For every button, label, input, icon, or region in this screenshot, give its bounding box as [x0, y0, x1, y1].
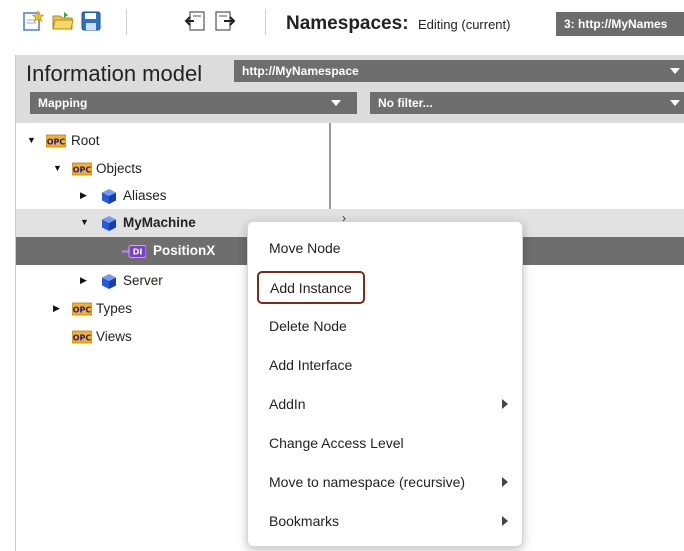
- filter-dropdown[interactable]: No filter...: [370, 92, 684, 114]
- opc-badge-text: OPC: [73, 334, 92, 343]
- menu-item-delete-node[interactable]: Delete Node: [248, 306, 524, 344]
- variable-di-icon: DI: [122, 245, 147, 261]
- namespace-dropdown-value: http://MyNamespace: [242, 64, 359, 78]
- opc-badge-text: OPC: [47, 138, 66, 147]
- submenu-arrow-icon: [502, 477, 508, 487]
- menu-item-move-to-namespace[interactable]: Move to namespace (recursive): [248, 462, 524, 500]
- menu-item-move-node[interactable]: Move Node: [248, 228, 524, 266]
- submenu-arrow-icon: [502, 399, 508, 409]
- tree-node-label: Objects: [96, 161, 142, 176]
- chevron-down-icon: [670, 100, 680, 106]
- context-menu: Move Node Add Instance Delete Node Add I…: [247, 221, 523, 547]
- toolbar-separator: [126, 9, 127, 35]
- expanded-arrow-icon[interactable]: ▼: [53, 163, 62, 173]
- save-icon[interactable]: [80, 10, 102, 32]
- tree-node-aliases[interactable]: ▶ Aliases: [16, 182, 684, 210]
- tree-node-label: Root: [71, 133, 100, 148]
- object-cube-icon: [102, 189, 116, 207]
- open-folder-icon[interactable]: [52, 10, 74, 32]
- opc-folder-icon: OPC: [72, 330, 92, 344]
- filter-dropdown-value: No filter...: [378, 96, 433, 110]
- panel-header: Information model http://MyNamespace Map…: [16, 55, 684, 123]
- mapping-dropdown-value: Mapping: [38, 96, 88, 110]
- tree-node-label: Server: [123, 273, 163, 288]
- menu-item-add-instance[interactable]: Add Instance: [248, 267, 524, 305]
- namespace-select[interactable]: 3: http://MyNames: [556, 12, 684, 36]
- tree-node-objects[interactable]: ▼ OPC Objects: [16, 155, 684, 183]
- menu-item-label: Change Access Level: [269, 435, 404, 451]
- menu-item-change-access-level[interactable]: Change Access Level: [248, 423, 524, 461]
- menu-item-label: Move to namespace (recursive): [269, 474, 466, 490]
- object-cube-icon: [102, 216, 116, 234]
- menu-item-label: Add Instance: [257, 271, 365, 304]
- collapsed-arrow-icon[interactable]: ▶: [80, 190, 87, 201]
- opc-folder-icon: OPC: [72, 162, 92, 176]
- opc-folder-icon: OPC: [46, 134, 66, 148]
- new-file-icon[interactable]: [22, 10, 45, 32]
- chevron-down-icon: [331, 100, 341, 106]
- menu-item-label: AddIn: [269, 396, 306, 412]
- tree-node-root[interactable]: ▼ OPC Root: [16, 127, 684, 155]
- submenu-arrow-icon: [502, 516, 508, 526]
- menu-item-label: Bookmarks: [269, 513, 340, 529]
- menu-item-label: Add Interface: [269, 357, 353, 373]
- editing-label: Editing (current): [418, 17, 511, 32]
- menu-item-bookmarks[interactable]: Bookmarks: [248, 501, 524, 539]
- export-icon[interactable]: [214, 10, 236, 32]
- collapsed-arrow-icon[interactable]: ▶: [53, 303, 60, 314]
- namespaces-label: Namespaces:: [286, 13, 409, 34]
- toolbar-separator: [265, 9, 266, 35]
- opc-badge-text: OPC: [73, 166, 92, 175]
- expanded-arrow-icon[interactable]: ▼: [80, 217, 89, 227]
- collapsed-arrow-icon[interactable]: ▶: [80, 275, 87, 286]
- opc-folder-icon: OPC: [72, 302, 92, 316]
- expanded-arrow-icon[interactable]: ▼: [27, 135, 36, 145]
- tree-node-label: MyMachine: [123, 215, 196, 230]
- di-badge-text: DI: [133, 248, 143, 257]
- tree-node-label: Aliases: [123, 188, 167, 203]
- mapping-dropdown[interactable]: Mapping: [30, 92, 357, 114]
- menu-item-add-interface[interactable]: Add Interface: [248, 345, 524, 383]
- menu-item-label: Move Node: [269, 240, 341, 256]
- chevron-down-icon: [670, 68, 680, 74]
- tree-node-label: Views: [96, 329, 132, 344]
- opc-badge-text: OPC: [73, 306, 92, 315]
- menu-item-label: Delete Node: [269, 318, 347, 334]
- menu-item-addin[interactable]: AddIn: [248, 384, 524, 422]
- object-cube-icon: [102, 274, 116, 292]
- information-model-title: Information model: [26, 61, 203, 86]
- tree-node-label: PositionX: [153, 243, 216, 258]
- import-icon[interactable]: [184, 10, 206, 32]
- tree-node-label: Types: [96, 301, 133, 316]
- toolbar: Namespaces: Editing (current) 3: http://…: [0, 0, 684, 48]
- namespace-dropdown[interactable]: http://MyNamespace: [234, 60, 684, 82]
